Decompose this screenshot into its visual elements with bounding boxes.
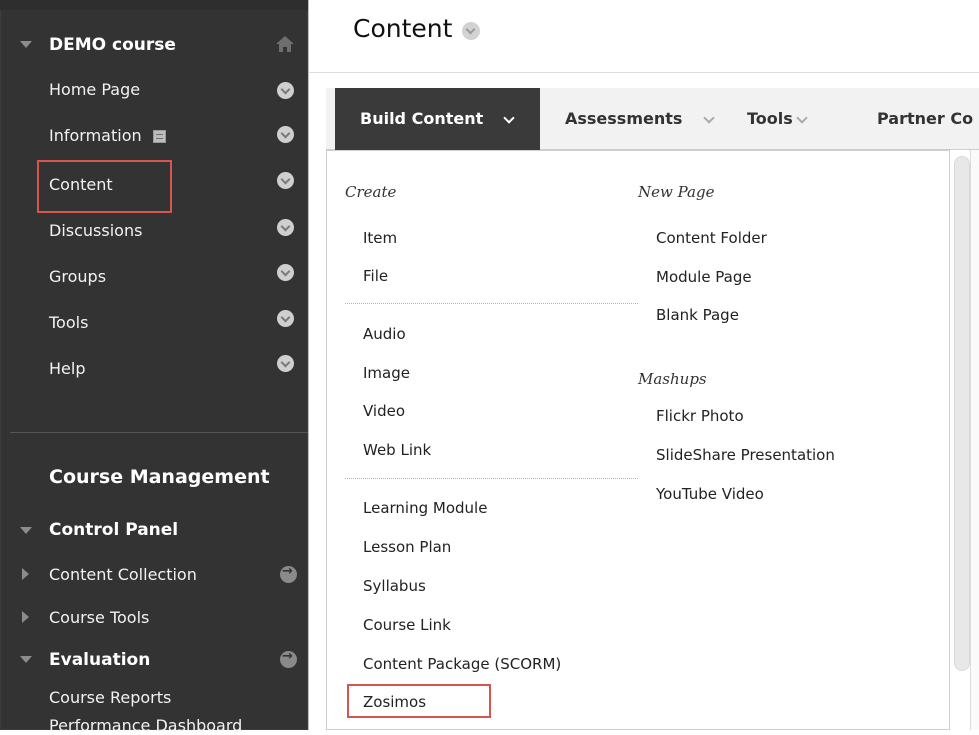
- chevron-down-icon[interactable]: [277, 264, 294, 281]
- header-divider: [309, 72, 979, 73]
- sidebar-item-groups[interactable]: Groups: [49, 267, 106, 286]
- sidebar-item-home-page[interactable]: Home Page: [49, 80, 140, 99]
- evaluation-item-performance-dashboard[interactable]: Performance Dashboard: [49, 716, 242, 735]
- tab-label: Tools: [747, 109, 793, 128]
- mashups-heading: Mashups: [638, 370, 707, 388]
- collapse-triangle-icon[interactable]: [20, 656, 32, 663]
- sidebar-item-help[interactable]: Help: [49, 359, 85, 378]
- chevron-down-icon[interactable]: [277, 82, 294, 99]
- panel-item-content-collection[interactable]: Content Collection: [49, 565, 197, 584]
- tab-tools[interactable]: Tools: [747, 109, 793, 128]
- menu-item-learning-module[interactable]: Learning Module: [363, 499, 487, 517]
- arrow-right-icon[interactable]: [280, 564, 297, 583]
- course-sidebar: DEMO course Home Page Information Conten…: [0, 0, 309, 735]
- tab-label: Partner Co: [877, 109, 974, 128]
- chevron-down-icon[interactable]: [462, 22, 480, 40]
- menu-item-file[interactable]: File: [363, 267, 388, 285]
- control-panel-heading[interactable]: Control Panel: [49, 520, 178, 540]
- new-page-heading: New Page: [638, 183, 715, 201]
- chevron-down-icon: [503, 112, 515, 124]
- sidebar-item-tools[interactable]: Tools: [49, 313, 88, 332]
- chevron-down-icon[interactable]: [277, 355, 294, 372]
- tab-build-content[interactable]: Build Content: [335, 88, 540, 150]
- evaluation-item-course-reports[interactable]: Course Reports: [49, 688, 171, 707]
- panel-item-course-tools[interactable]: Course Tools: [49, 608, 149, 627]
- expand-triangle-icon[interactable]: [22, 611, 29, 623]
- tab-partner-content[interactable]: Partner Co: [877, 109, 973, 128]
- collapse-triangle-icon[interactable]: [20, 527, 32, 534]
- zosimos-highlight-box: [347, 684, 491, 718]
- tab-assessments[interactable]: Assessments: [565, 109, 682, 128]
- menu-item-lesson-plan[interactable]: Lesson Plan: [363, 538, 451, 556]
- course-title[interactable]: DEMO course: [49, 35, 176, 55]
- menu-item-image[interactable]: Image: [363, 364, 410, 382]
- menu-item-content-package[interactable]: Content Package (SCORM): [363, 655, 561, 673]
- page-title: Content: [353, 14, 453, 43]
- menu-item-video[interactable]: Video: [363, 402, 405, 420]
- home-icon[interactable]: [275, 35, 295, 53]
- collapse-triangle-icon[interactable]: [20, 41, 32, 48]
- menu-item-flickr-photo[interactable]: Flickr Photo: [656, 407, 744, 425]
- menu-item-content-folder[interactable]: Content Folder: [656, 229, 767, 247]
- menu-separator: [345, 303, 638, 304]
- tab-label: Build Content: [360, 109, 484, 128]
- tab-label: Assessments: [565, 109, 683, 128]
- page-edge-strip: [970, 150, 979, 730]
- expand-triangle-icon[interactable]: [22, 568, 29, 580]
- dropdown-scrollbar[interactable]: [954, 156, 970, 671]
- build-content-dropdown: [326, 150, 950, 730]
- menu-item-web-link[interactable]: Web Link: [363, 441, 431, 459]
- chevron-down-icon[interactable]: [277, 219, 294, 236]
- menu-item-youtube-video[interactable]: YouTube Video: [656, 485, 764, 503]
- chevron-down-icon[interactable]: [277, 172, 294, 189]
- menu-item-blank-page[interactable]: Blank Page: [656, 306, 739, 324]
- content-highlight-box: [37, 160, 172, 213]
- menu-item-slideshare-presentation[interactable]: SlideShare Presentation: [656, 446, 835, 464]
- menu-separator: [345, 478, 638, 479]
- menu-item-module-page[interactable]: Module Page: [656, 268, 752, 286]
- menu-item-item[interactable]: Item: [363, 229, 397, 247]
- info-icon: [153, 130, 166, 143]
- menu-item-audio[interactable]: Audio: [363, 325, 406, 343]
- sidebar-item-information[interactable]: Information: [49, 126, 142, 145]
- chevron-down-icon[interactable]: [277, 310, 294, 327]
- sidebar-top-strip: [0, 0, 308, 10]
- arrow-right-icon[interactable]: [280, 649, 297, 668]
- sidebar-item-discussions[interactable]: Discussions: [49, 221, 142, 240]
- create-heading: Create: [345, 183, 397, 201]
- menu-item-course-link[interactable]: Course Link: [363, 616, 451, 634]
- evaluation-heading[interactable]: Evaluation: [49, 650, 150, 670]
- menu-item-syllabus[interactable]: Syllabus: [363, 577, 426, 595]
- chevron-down-icon[interactable]: [277, 126, 294, 143]
- sidebar-divider: [10, 432, 308, 433]
- course-management-heading: Course Management: [49, 466, 270, 488]
